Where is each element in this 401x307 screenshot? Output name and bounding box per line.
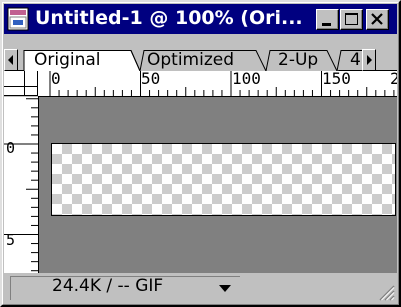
canvas-area[interactable] <box>39 97 397 273</box>
ruler-label: 150 <box>322 71 351 88</box>
close-button[interactable] <box>366 9 389 30</box>
document-window: Untitled-1 @ 100% (Ori... Original Optim… <box>0 0 401 307</box>
minimize-icon <box>322 23 331 26</box>
vertical-ruler: 0 5 <box>4 97 39 273</box>
right-arrow-icon <box>367 55 372 65</box>
minimize-button[interactable] <box>316 9 339 30</box>
ruler-label: 0 <box>6 139 16 157</box>
transparent-image[interactable] <box>51 143 396 216</box>
ruler-label: 2 <box>390 71 397 88</box>
document-app-icon <box>7 7 29 31</box>
horizontal-ruler: 0 50 100 150 2 <box>38 71 397 97</box>
tab-2-up[interactable]: 2-Up <box>278 49 318 71</box>
maximize-icon <box>345 13 358 25</box>
dropdown-arrow-icon[interactable] <box>218 284 232 294</box>
status-bar: 24.4K / -- GIF <box>4 273 397 303</box>
ruler-corner <box>4 71 38 96</box>
tab-4-up[interactable]: 4 <box>350 49 361 71</box>
maximize-button[interactable] <box>340 9 363 30</box>
tab-optimized[interactable]: Optimized <box>147 49 234 71</box>
title-bar[interactable]: Untitled-1 @ 100% (Ori... <box>4 4 397 34</box>
ruler-label: 100 <box>232 71 261 88</box>
resize-grip-icon[interactable] <box>377 283 395 301</box>
ruler-label: 50 <box>141 71 161 88</box>
file-size-status: 24.4K / -- GIF <box>52 276 164 296</box>
close-icon <box>371 13 383 25</box>
ruler-label: 5 <box>6 231 16 249</box>
tab-scroll-right-button[interactable] <box>362 49 376 71</box>
view-tab-bar: Original Optimized 2-Up 4 <box>4 49 397 71</box>
ruler-label: 0 <box>51 71 61 88</box>
tab-original[interactable]: Original <box>34 49 101 71</box>
window-title: Untitled-1 @ 100% (Ori... <box>35 7 303 29</box>
